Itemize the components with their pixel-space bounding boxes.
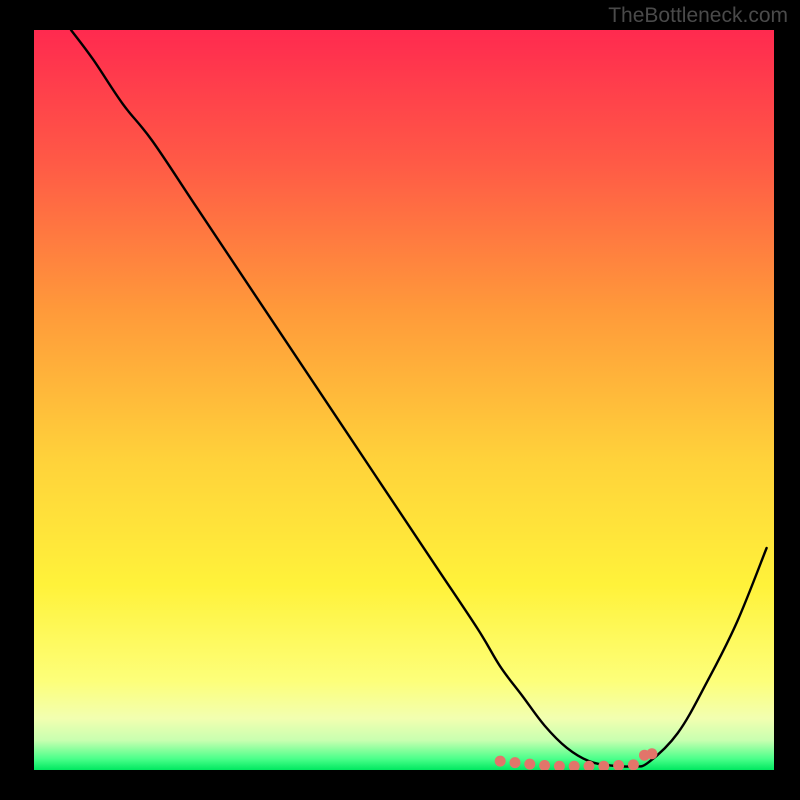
marker-point xyxy=(646,748,657,759)
marker-point xyxy=(495,756,506,767)
chart-container: TheBottleneck.com xyxy=(0,0,800,800)
chart-svg xyxy=(34,30,774,770)
gradient-background xyxy=(34,30,774,770)
watermark-text: TheBottleneck.com xyxy=(608,4,788,28)
marker-point xyxy=(628,759,639,770)
marker-point xyxy=(524,759,535,770)
plot-area xyxy=(34,30,774,770)
marker-point xyxy=(510,757,521,768)
